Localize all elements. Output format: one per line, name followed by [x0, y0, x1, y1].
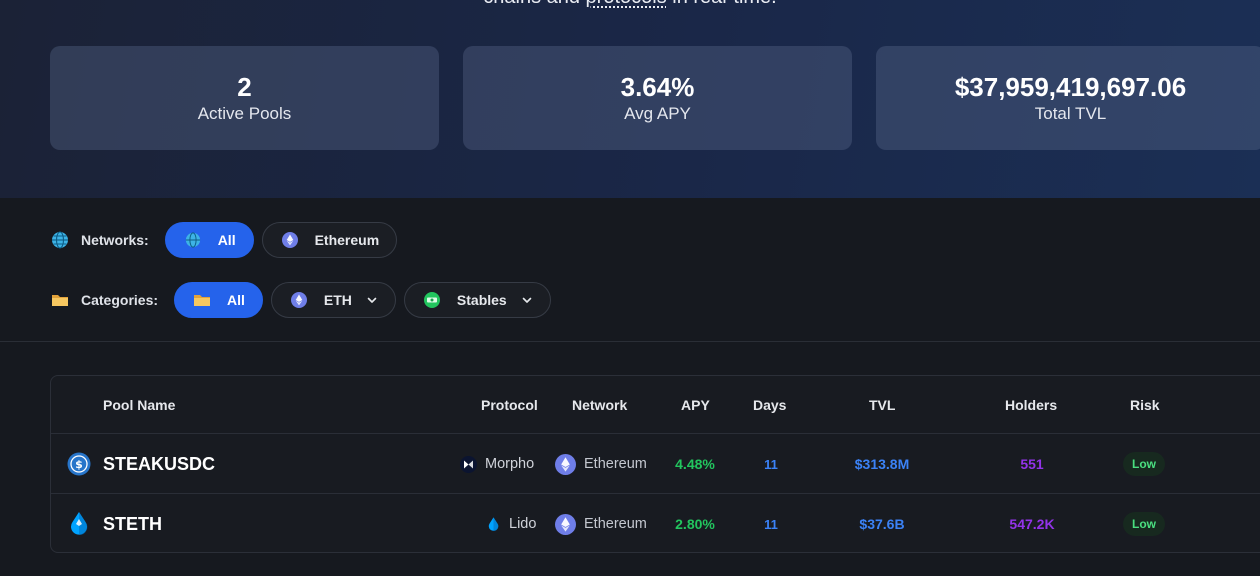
folder-icon	[51, 291, 69, 309]
network-cell: Ethereum	[555, 513, 647, 535]
apy-value: 4.48%	[675, 456, 715, 472]
risk-badge: Low	[1123, 512, 1165, 536]
category-filter-all[interactable]: All	[174, 282, 263, 318]
stat-card-avg-apy: 3.64% Avg APY	[463, 46, 852, 150]
tvl-value: $313.8M	[854, 456, 910, 472]
tvl-value: $37.6B	[859, 516, 905, 532]
hero-subtitle: chains and protocols in real-time.	[0, 0, 1260, 9]
ethereum-icon	[290, 291, 308, 309]
stat-card-active-pools: 2 Active Pools	[50, 46, 439, 150]
holders-value: 551	[1020, 456, 1044, 472]
column-header-holders[interactable]: Holders	[1005, 397, 1057, 413]
ethereum-icon	[555, 453, 576, 475]
risk-cell: Low	[1123, 512, 1165, 536]
protocol-cell: Morpho	[460, 454, 534, 474]
column-header-network[interactable]: Network	[572, 397, 627, 413]
row-divider	[51, 493, 1260, 494]
pill-label: ETH	[323, 292, 352, 308]
stat-card-total-tvl: $37,959,419,697.06 Total TVL	[876, 46, 1260, 150]
ethereum-icon	[281, 231, 299, 249]
pill-label: All	[217, 232, 236, 248]
apy-value: 2.80%	[675, 516, 715, 532]
cash-icon	[423, 291, 441, 309]
filters-panel: Networks: All Ethereum Categories: All E…	[0, 198, 1260, 342]
network-filter-ethereum[interactable]: Ethereum	[261, 222, 398, 258]
pill-label: Stables	[456, 292, 507, 308]
pool-name: STEAKUSDC	[103, 453, 216, 474]
networks-label: Networks:	[51, 231, 149, 249]
column-header-apy[interactable]: APY	[681, 397, 710, 413]
globe-icon	[184, 231, 202, 249]
folder-icon	[193, 291, 211, 309]
hero-subtitle-text-1: chains and	[483, 0, 585, 8]
hero-subtitle-link[interactable]: protocols	[586, 0, 667, 8]
pill-label: All	[227, 292, 245, 308]
stat-value: 3.64%	[620, 72, 695, 102]
stat-label: Avg APY	[624, 104, 691, 123]
stat-label: Active Pools	[197, 104, 292, 123]
lido-drop-icon	[487, 516, 500, 533]
svg-text:$: $	[75, 458, 83, 471]
holders-value: 547.2K	[1009, 516, 1055, 532]
usdc-coin-icon: $	[67, 452, 91, 476]
ethereum-icon	[555, 513, 576, 535]
stat-value: 2	[237, 72, 252, 102]
category-filter-eth[interactable]: ETH	[270, 282, 396, 318]
categories-label-text: Categories:	[81, 292, 159, 308]
hero-section: chains and protocols in real-time. 2 Act…	[0, 0, 1260, 198]
network-filter-all[interactable]: All	[164, 222, 254, 258]
pool-name: STETH	[103, 513, 163, 534]
network-filter-row: Networks: All Ethereum	[51, 222, 405, 258]
network-name: Ethereum	[584, 456, 647, 472]
risk-cell: Low	[1123, 452, 1165, 476]
table-divider	[51, 433, 1260, 434]
network-name: Ethereum	[584, 516, 647, 532]
category-filter-stables[interactable]: Stables	[403, 282, 551, 318]
network-cell: Ethereum	[555, 453, 647, 475]
risk-badge: Low	[1123, 452, 1165, 476]
column-header-tvl[interactable]: TVL	[869, 397, 895, 413]
category-filter-row: Categories: All ETH Stables	[51, 282, 559, 318]
networks-label-text: Networks:	[81, 232, 149, 248]
hero-subtitle-text-2: in real-time.	[667, 0, 776, 8]
protocol-name: Morpho	[485, 456, 535, 472]
stat-label: Total TVL	[1034, 104, 1107, 123]
column-header-days[interactable]: Days	[753, 397, 786, 413]
stat-value: $37,959,419,697.06	[954, 72, 1187, 102]
categories-label: Categories:	[51, 291, 158, 309]
chevron-down-icon	[366, 294, 378, 306]
column-header-protocol[interactable]: Protocol	[481, 397, 538, 413]
protocol-cell: Lido	[487, 514, 536, 534]
days-value: 11	[764, 516, 778, 532]
chevron-down-icon	[521, 294, 533, 306]
morpho-icon	[460, 455, 477, 473]
lido-drop-icon	[68, 511, 90, 537]
pools-table: Pool Name Protocol Network APY Days TVL …	[50, 375, 1260, 553]
pill-label: Ethereum	[314, 232, 380, 248]
globe-icon	[51, 231, 69, 249]
column-header-risk[interactable]: Risk	[1130, 397, 1160, 413]
days-value: 11	[764, 456, 778, 472]
column-header-pool-name[interactable]: Pool Name	[103, 397, 175, 413]
protocol-name: Lido	[509, 516, 537, 532]
